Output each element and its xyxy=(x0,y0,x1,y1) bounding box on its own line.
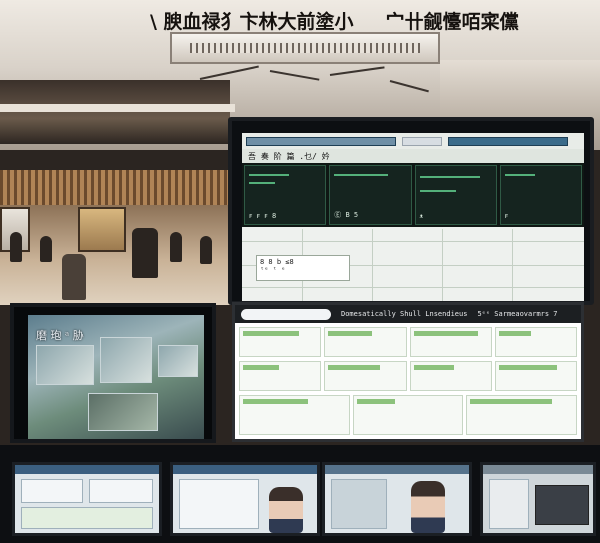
toolbar-block xyxy=(402,136,442,146)
thumbnail-block xyxy=(21,479,83,503)
document-cell xyxy=(352,395,464,435)
document-toolbar: Domesatically Shull Lnsendieus 5ᵉᵉ Sarme… xyxy=(235,305,581,323)
green-line xyxy=(334,174,389,176)
dark-tile: ᴥ xyxy=(414,165,497,225)
thumbnail-screen[interactable] xyxy=(480,462,596,536)
monitor-title: 吾 奏 阶 篇 .乜/ 妗 xyxy=(242,149,584,163)
popup-line: 8 8 b ≤8 xyxy=(260,258,294,266)
toolbar-block xyxy=(246,136,396,146)
dark-tile: Ⓔ B 5 xyxy=(329,165,412,225)
screen-tile xyxy=(100,337,152,383)
document-cell xyxy=(324,361,407,391)
document-row xyxy=(239,327,577,357)
thumbnail-block xyxy=(179,479,259,529)
green-line xyxy=(504,174,535,176)
document-cell xyxy=(409,361,492,391)
thumbnail-block xyxy=(535,485,589,525)
thumbnail-block xyxy=(89,479,153,503)
document-cell xyxy=(466,395,578,435)
popup-line: ᵗᵉ ᵗ ᵉ xyxy=(260,266,286,274)
thumbnail-screen[interactable] xyxy=(322,462,472,536)
thumbnail-header xyxy=(15,465,159,474)
shopper-figure xyxy=(170,232,182,262)
main-monitor-screen: 吾 奏 阶 篇 .乜/ 妗 ꜰ ꜰ ꜰ 8 Ⓔ B 5 ᴥ ꜰ 8 8 b ≤8… xyxy=(242,133,584,301)
grid-divider xyxy=(242,287,584,288)
green-line xyxy=(249,174,289,176)
thumbnail-screen[interactable] xyxy=(12,462,162,536)
toolbar-label-center: Domesatically Shull Lnsendieus xyxy=(341,310,468,318)
green-line xyxy=(249,182,275,184)
grid-divider xyxy=(242,241,584,242)
shopper-figure xyxy=(200,236,212,264)
thumbnail-block xyxy=(21,507,153,529)
dark-tile: ꜰ ꜰ ꜰ 8 xyxy=(244,165,327,225)
ceiling-vent-grille xyxy=(190,43,420,53)
dark-tile-label: ꜰ xyxy=(504,212,509,220)
toolbar-label-right: 5ᵉᵉ Sarmeaovarmrs 7 xyxy=(477,310,558,318)
document-cell xyxy=(324,327,407,357)
person-thumbnail xyxy=(411,481,445,533)
document-cell xyxy=(494,361,577,391)
headline-part-2: 宀卄觎懛咟寀儻 xyxy=(385,10,519,33)
headline: \ 腴血禄犭卞林大前塗小 宀卄觎懛咟寀儻 xyxy=(150,6,590,34)
document-cell xyxy=(239,395,350,435)
document-cell xyxy=(239,327,322,357)
shopper-figure xyxy=(62,254,86,300)
search-input[interactable] xyxy=(241,308,331,320)
document-cell xyxy=(494,327,577,357)
green-bar xyxy=(413,331,478,336)
thumbnail-header xyxy=(173,465,317,474)
headline-part-1: \ 腴血禄犭卞林大前塗小 xyxy=(150,10,354,33)
monitor-toolbar xyxy=(242,133,584,149)
green-bar xyxy=(498,331,531,336)
green-bar xyxy=(498,365,557,370)
green-bar xyxy=(413,365,454,370)
mall-mezzanine xyxy=(0,80,230,144)
green-line xyxy=(419,190,456,192)
document-row xyxy=(239,361,577,391)
green-bar xyxy=(243,399,309,404)
thumbnail-header xyxy=(483,465,593,474)
mall-upper-wall xyxy=(440,60,600,120)
green-bar xyxy=(328,331,373,336)
thumbnail-header xyxy=(325,465,469,474)
shopper-figure xyxy=(132,228,158,278)
left-monitor-title: 磨 玸 ᵃ 胁 xyxy=(36,329,84,342)
dark-tile-label: ꜰ ꜰ ꜰ 8 xyxy=(249,212,277,220)
document-panel: Domesatically Shull Lnsendieus 5ᵉᵉ Sarme… xyxy=(232,302,584,442)
main-monitor: 吾 奏 阶 篇 .乜/ 妗 ꜰ ꜰ ꜰ 8 Ⓔ B 5 ᴥ ꜰ 8 8 b ≤8… xyxy=(228,117,594,305)
screen-tile xyxy=(36,345,94,385)
wood-slat-ceiling xyxy=(0,170,230,206)
document-cell xyxy=(409,327,492,357)
document-cell xyxy=(239,361,322,391)
thumbnail-block xyxy=(489,479,529,529)
document-body xyxy=(239,327,578,439)
dark-tile-label: Ⓔ B 5 xyxy=(334,211,359,219)
thumbnail-block xyxy=(331,479,387,529)
screen-tile xyxy=(88,393,158,431)
dark-tile: ꜰ xyxy=(499,165,582,225)
monitor-popup: 8 8 b ≤8 ᵗᵉ ᵗ ᵉ xyxy=(256,255,350,281)
left-monitor: 磨 玸 ᵃ 胁 xyxy=(10,303,216,443)
shopper-figure xyxy=(10,232,22,262)
green-bar xyxy=(470,399,552,404)
shop-front xyxy=(78,207,126,252)
person-thumbnail xyxy=(269,487,303,533)
dark-tile-label: ᴥ xyxy=(419,212,424,220)
thumbnail-screen[interactable] xyxy=(170,462,320,536)
green-line xyxy=(419,176,480,178)
toolbar-block xyxy=(448,136,568,146)
green-bar xyxy=(328,365,381,370)
green-bar xyxy=(243,331,300,336)
shopper-figure xyxy=(40,236,52,262)
document-row xyxy=(239,395,578,435)
mezzanine-railing xyxy=(0,104,235,112)
monitor-dark-strip: ꜰ ꜰ ꜰ 8 Ⓔ B 5 ᴥ ꜰ xyxy=(242,163,584,227)
green-bar xyxy=(356,399,395,404)
screen-tile xyxy=(158,345,198,377)
green-bar xyxy=(243,365,280,370)
